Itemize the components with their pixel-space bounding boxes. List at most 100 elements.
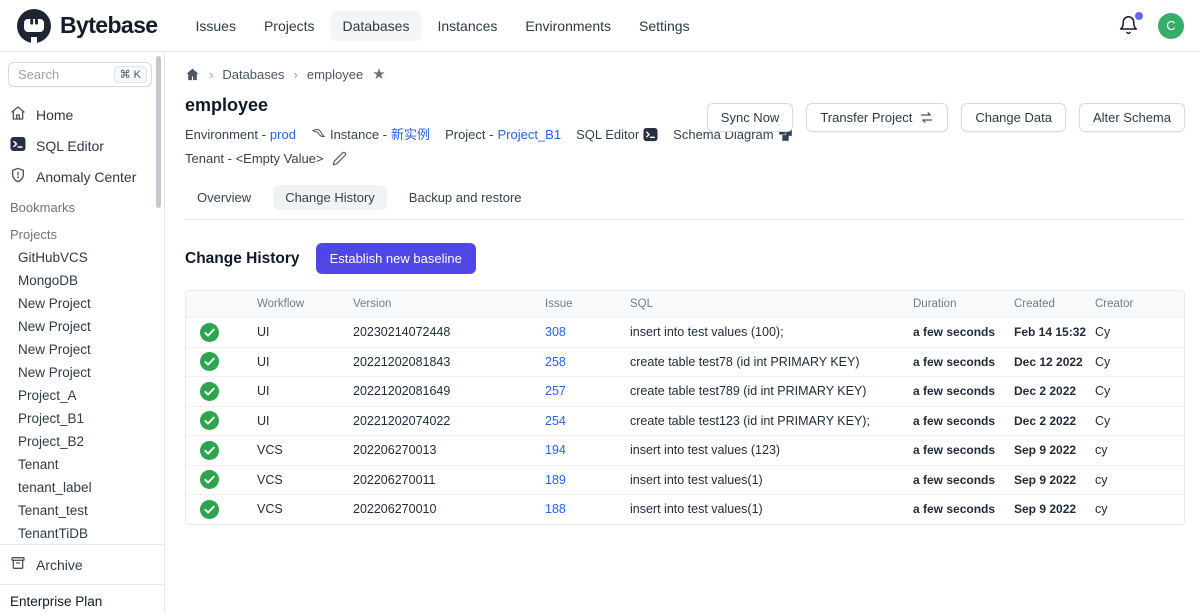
sidebar-project-item[interactable]: New Project [0,361,164,384]
sidebar-project-item[interactable]: New Project [0,315,164,338]
tab[interactable]: Overview [185,185,263,210]
sidebar-item-label: Anomaly Center [36,169,136,185]
success-check-icon [200,470,219,489]
tab[interactable]: Change History [273,185,387,210]
sidebar-project-item[interactable]: Tenant_test [0,499,164,522]
breadcrumb-databases[interactable]: Databases [222,67,284,82]
cell-sql: insert into test values(1) [630,473,913,487]
sql-editor-link[interactable]: SQL Editor [576,124,658,145]
notification-dot [1135,12,1143,20]
sidebar-project-item[interactable]: Project_B1 [0,407,164,430]
cell-created: Dec 2 2022 [1014,384,1095,398]
column-creator: Creator [1095,298,1184,310]
nav-item[interactable]: Environments [513,11,623,41]
environment-link[interactable]: prod [270,124,296,145]
sidebar-item-archive[interactable]: Archive [0,549,163,580]
cell-workflow: UI [257,384,353,398]
table-row[interactable]: VCS 202206270010 188 insert into test va… [186,494,1184,524]
nav-item[interactable]: Settings [627,11,702,41]
column-duration: Duration [913,298,1014,310]
search-input[interactable]: Search ⌘ K [8,62,152,87]
cell-workflow: UI [257,414,353,428]
tab[interactable]: Backup and restore [397,185,534,210]
issue-link[interactable]: 188 [545,502,630,516]
search-shortcut-badge: ⌘ K [114,66,147,83]
issue-link[interactable]: 254 [545,414,630,428]
database-tabs: Overview Change History Backup and resto… [185,185,1185,220]
notifications-button[interactable] [1118,15,1140,37]
instance-label: Instance - [330,124,387,145]
table-row[interactable]: UI 20221202074022 254 create table test1… [186,406,1184,436]
nav-item[interactable]: Instances [425,11,509,41]
table-row[interactable]: UI 20230214072448 308 insert into test v… [186,317,1184,347]
bytebase-logo[interactable]: Bytebase [16,8,157,44]
table-row[interactable]: VCS 202206270011 189 insert into test va… [186,465,1184,495]
bookmark-star-icon[interactable]: ★ [372,67,385,82]
home-breadcrumb-icon[interactable] [185,67,200,82]
issue-link[interactable]: 308 [545,325,630,339]
sidebar-project-item[interactable]: GitHubVCS [0,246,164,269]
alter-schema-button[interactable]: Alter Schema [1079,103,1185,132]
tenant-label: Tenant - <Empty Value> [185,148,324,169]
column-sql: SQL [630,298,913,310]
cell-duration: a few seconds [913,414,1014,428]
sync-now-button[interactable]: Sync Now [707,103,794,132]
cell-sql: insert into test values(1) [630,502,913,516]
cell-creator: cy [1095,473,1184,487]
cell-duration: a few seconds [913,355,1014,369]
table-row[interactable]: UI 20221202081843 258 create table test7… [186,347,1184,377]
issue-link[interactable]: 257 [545,384,630,398]
avatar[interactable]: C [1158,13,1184,39]
sidebar-project-item[interactable]: Project_A [0,384,164,407]
divider [0,584,163,585]
sidebar-project-item[interactable]: Tenant [0,453,164,476]
project-link[interactable]: Project_B1 [497,124,561,145]
nav-item[interactable]: Databases [331,11,422,41]
sidebar-item-sql-editor[interactable]: SQL Editor [0,130,164,161]
sidebar-item-home[interactable]: Home [0,99,164,130]
transfer-arrows-icon [919,110,934,125]
sidebar-project-item[interactable]: tenant_label [0,476,164,499]
cell-creator: Cy [1095,384,1184,398]
sidebar-project-item[interactable]: New Project [0,338,164,361]
edit-pencil-icon[interactable] [332,151,347,166]
nav-item[interactable]: Projects [252,11,327,41]
instance-link[interactable]: 新实例 [391,124,430,145]
establish-baseline-button[interactable]: Establish new baseline [316,243,476,274]
cell-creator: cy [1095,502,1184,516]
table-row[interactable]: UI 20221202081649 257 create table test7… [186,376,1184,406]
cell-creator: Cy [1095,355,1184,369]
environment-label: Environment - [185,124,266,145]
cell-creator: Cy [1095,414,1184,428]
change-history-title: Change History [185,250,300,268]
cell-version: 20221202081843 [353,355,545,369]
cell-workflow: VCS [257,502,353,516]
issue-link[interactable]: 189 [545,473,630,487]
project-label: Project - [445,124,493,145]
projects-section-label: Projects [0,219,164,246]
success-check-icon [200,382,219,401]
table-row[interactable]: VCS 202206270013 194 insert into test va… [186,435,1184,465]
breadcrumb-database[interactable]: employee [307,67,363,82]
sidebar-project-item[interactable]: Project_B2 [0,430,164,453]
bell-icon [1118,23,1139,40]
sidebar-scrollbar[interactable] [156,56,161,208]
bytebase-logo-icon [16,8,52,44]
issue-link[interactable]: 194 [545,443,630,457]
main-content: › Databases › employee ★ employee Enviro… [165,52,1200,613]
transfer-project-button[interactable]: Transfer Project [806,103,948,132]
sidebar-project-item[interactable]: New Project [0,292,164,315]
shield-icon [10,167,26,186]
plan-label: Enterprise Plan [0,589,163,613]
nav-item[interactable]: Issues [183,11,247,41]
sidebar-item-label: SQL Editor [36,138,104,154]
sidebar-project-item[interactable]: MongoDB [0,269,164,292]
cell-created: Feb 14 15:32 [1014,325,1095,339]
cell-duration: a few seconds [913,473,1014,487]
change-data-button[interactable]: Change Data [961,103,1066,132]
sidebar-item-anomaly-center[interactable]: Anomaly Center [0,161,164,192]
top-bar: Bytebase Issues Projects Databases Insta… [0,0,1200,52]
issue-link[interactable]: 258 [545,355,630,369]
terminal-icon [10,136,26,155]
chevron-right-icon: › [209,67,213,82]
